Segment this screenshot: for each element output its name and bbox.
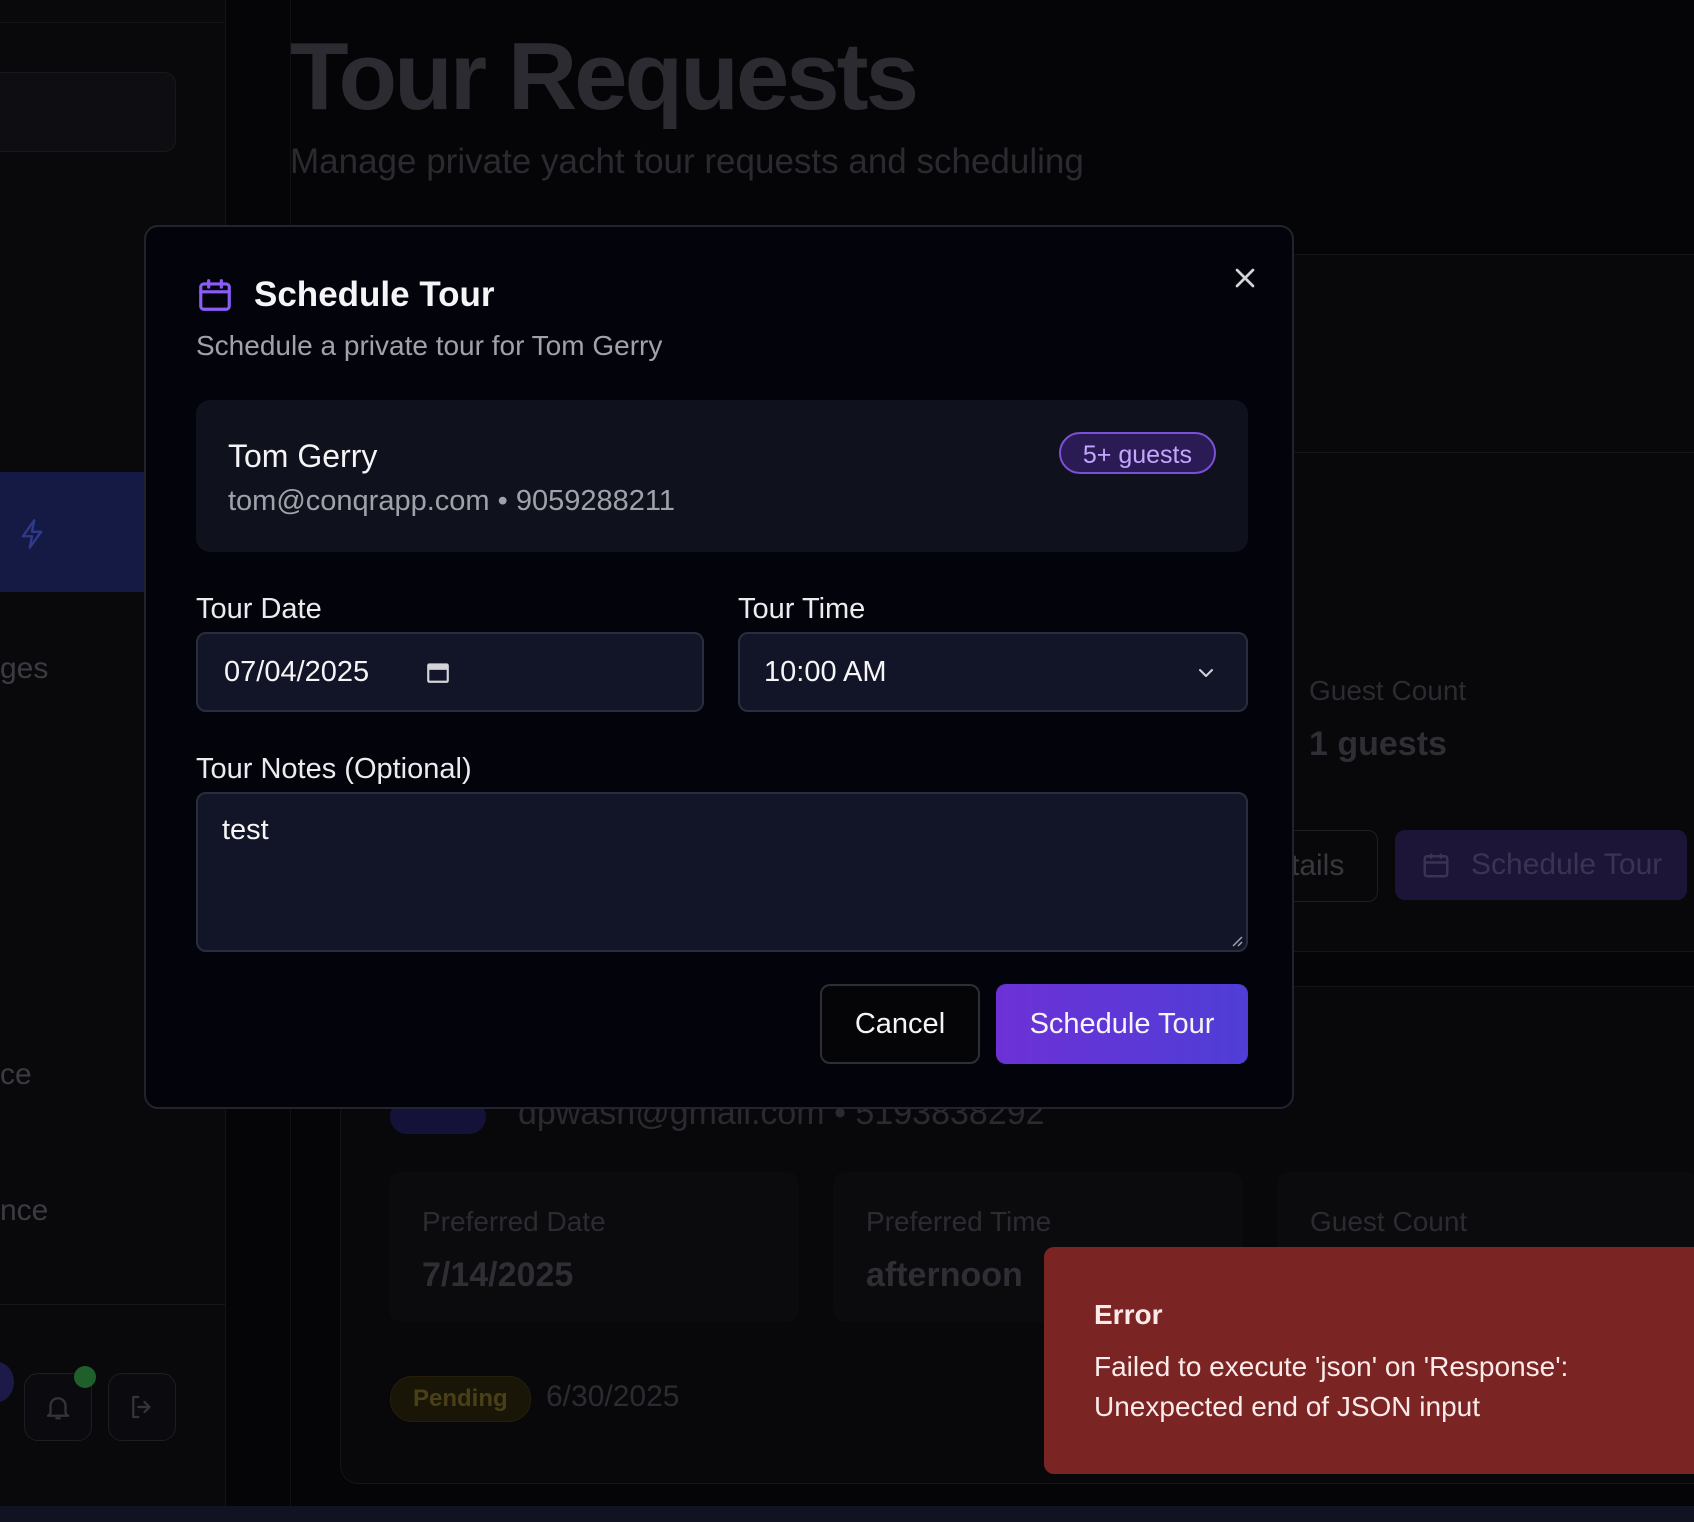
- view-details-label: tails: [1291, 849, 1345, 882]
- close-icon[interactable]: [1229, 262, 1261, 294]
- tour-time-label: Tour Time: [738, 593, 866, 625]
- tour-date-label: Tour Date: [196, 593, 322, 625]
- toast-title: Error: [1094, 1299, 1163, 1330]
- bottom-bar: [0, 1506, 1694, 1522]
- guest-count-value: 1 guests: [1309, 725, 1447, 763]
- logout-icon: [132, 1395, 151, 1419]
- sidebar-search-box[interactable]: [0, 72, 176, 152]
- customer-info-card: Tom Gerry tom@conqrapp.com • 9059288211 …: [196, 400, 1248, 552]
- resize-handle-icon[interactable]: [1228, 932, 1244, 948]
- dialog-title: Schedule Tour: [254, 275, 495, 314]
- page-subtitle: Manage private yacht tour requests and s…: [290, 142, 1084, 181]
- guest-count-label: Guest Count: [1309, 675, 1467, 706]
- avatar[interactable]: [0, 1362, 14, 1402]
- toast-message: Failed to execute 'json' on 'Response': …: [1094, 1351, 1569, 1422]
- sidebar-divider: [0, 1304, 225, 1305]
- tour-notes-value: test: [222, 814, 269, 846]
- bell-icon: [46, 1397, 70, 1420]
- schedule-tour-button-bg[interactable]: Schedule Tour: [1395, 830, 1687, 900]
- schedule-tour-dialog: Schedule Tour Schedule a private tour fo…: [144, 225, 1294, 1109]
- preferred-time-value: afternoon: [866, 1256, 1023, 1294]
- tour-notes-label: Tour Notes (Optional): [196, 753, 472, 785]
- logout-button[interactable]: [108, 1373, 176, 1441]
- customer-contact: tom@conqrapp.com • 9059288211: [228, 485, 675, 517]
- sidebar-divider: [0, 22, 225, 23]
- calendar-icon: [1423, 853, 1449, 878]
- dialog-header: Schedule Tour: [196, 275, 495, 315]
- status-badge: Pending: [390, 1376, 531, 1422]
- tour-date-value: 07/04/2025: [224, 655, 370, 688]
- sidebar-item-partial[interactable]: ges: [0, 652, 48, 686]
- preferred-date-value: 7/14/2025: [422, 1256, 574, 1294]
- guest-count-label: Guest Count: [1310, 1206, 1468, 1237]
- tour-notes-textarea[interactable]: test: [196, 792, 1248, 952]
- calendar-picker-icon[interactable]: [425, 659, 451, 685]
- sidebar-item-partial[interactable]: nce: [0, 1194, 48, 1228]
- sidebar-item-partial[interactable]: ce: [0, 1058, 32, 1092]
- tour-time-value: 10:00 AM: [764, 655, 887, 688]
- guests-badge: 5+ guests: [1058, 432, 1216, 474]
- preferred-date-label: Preferred Date: [422, 1206, 606, 1237]
- dialog-subtitle: Schedule a private tour for Tom Gerry: [196, 330, 663, 361]
- tour-date-input[interactable]: 07/04/2025: [196, 632, 704, 712]
- calendar-icon: [199, 279, 231, 311]
- page-title: Tour Requests: [290, 23, 919, 130]
- tour-time-select[interactable]: 10:00 AM: [738, 632, 1248, 712]
- created-date: 6/30/2025: [546, 1380, 680, 1413]
- lightning-icon: [21, 519, 43, 549]
- error-toast: Error Failed to execute 'json' on 'Respo…: [1044, 1247, 1694, 1474]
- notification-dot: [74, 1366, 96, 1388]
- cancel-button[interactable]: Cancel: [820, 984, 980, 1064]
- preferred-date-box: [389, 1172, 799, 1322]
- preferred-time-label: Preferred Time: [866, 1206, 1052, 1237]
- schedule-tour-button[interactable]: Schedule Tour: [996, 984, 1248, 1064]
- customer-name: Tom Gerry: [228, 438, 378, 474]
- schedule-tour-label: Schedule Tour: [1471, 848, 1663, 881]
- chevron-down-icon: [1199, 669, 1213, 677]
